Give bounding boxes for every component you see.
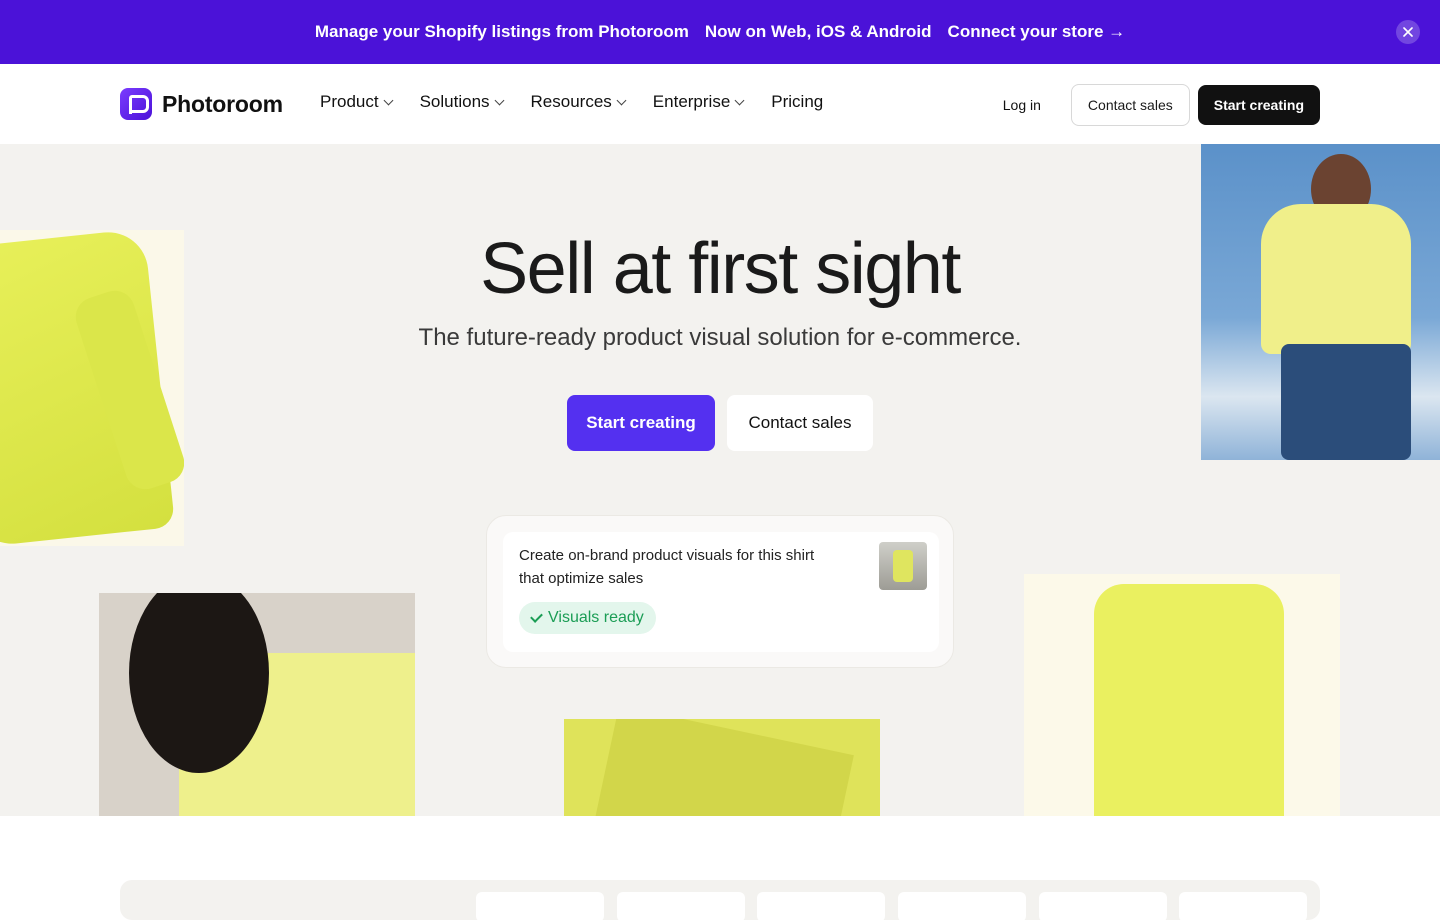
nav-item-label: Pricing	[771, 92, 824, 111]
nav-item-label: Solutions	[419, 92, 490, 111]
chevron-down-icon	[616, 95, 627, 105]
shirt-thumbnail	[879, 542, 927, 590]
photoroom-logo-icon	[120, 88, 152, 120]
hero-cta-group: Start creating Contact sales	[567, 395, 873, 451]
top-nav: Photoroom Product Solutions Resources En…	[0, 64, 1440, 144]
login-button[interactable]: Log in	[981, 85, 1063, 125]
nav-item-resources[interactable]: Resources	[530, 92, 627, 112]
hero-start-creating-button[interactable]: Start creating	[567, 395, 715, 451]
nav-item-enterprise[interactable]: Enterprise	[652, 92, 745, 112]
shirt-mannequin-image	[1024, 574, 1340, 816]
feature-tab[interactable]	[757, 892, 885, 922]
chevron-down-icon	[734, 95, 745, 105]
chat-preview: Create on-brand product visuals for this…	[486, 515, 954, 668]
close-icon[interactable]	[1396, 20, 1420, 44]
hero-subtitle: The future-ready product visual solution…	[418, 324, 1022, 351]
announcement-platforms: Now on Web, iOS & Android	[704, 22, 932, 41]
feature-tab[interactable]	[1039, 892, 1167, 922]
hero-section: Sell at first sight The future-ready pro…	[0, 144, 1440, 816]
status-label: Visuals ready	[548, 609, 644, 626]
chat-prompt: Create on-brand product visuals for this…	[519, 547, 815, 587]
feature-tabs-strip	[120, 880, 1320, 922]
nav-item-label: Resources	[530, 92, 612, 111]
start-creating-button[interactable]: Start creating	[1197, 85, 1320, 125]
nav-item-label: Product	[320, 92, 379, 111]
feature-tab[interactable]	[1179, 892, 1307, 922]
chat-card: Create on-brand product visuals for this…	[503, 532, 939, 652]
nav-item-solutions[interactable]: Solutions	[419, 92, 504, 112]
collar-detail-image	[564, 719, 880, 816]
contact-sales-button[interactable]: Contact sales	[1070, 84, 1190, 126]
nav-item-product[interactable]: Product	[320, 92, 394, 112]
brand-name: Photoroom	[162, 90, 283, 117]
connect-store-link[interactable]: Connect your store →	[948, 22, 1126, 42]
logo[interactable]: Photoroom	[120, 88, 283, 120]
feature-tab[interactable]	[476, 892, 604, 922]
nav-item-label: Enterprise	[652, 92, 731, 111]
feature-tab[interactable]	[898, 892, 1026, 922]
nav-item-pricing[interactable]: Pricing	[771, 92, 823, 112]
announcement-text: Manage your Shopify listings from Photor…	[314, 22, 689, 41]
hero-title: Sell at first sight	[480, 229, 961, 309]
announcement-bar: Manage your Shopify listings from Photor…	[0, 0, 1440, 64]
check-icon	[530, 610, 543, 623]
chevron-down-icon	[494, 95, 504, 105]
nav-links: Product Solutions Resources Enterprise P…	[320, 92, 823, 112]
hero-contact-sales-button[interactable]: Contact sales	[727, 395, 873, 451]
model-closeup-image	[99, 593, 415, 816]
chevron-down-icon	[383, 95, 394, 105]
nav-actions: Log in Contact sales Start creating	[981, 84, 1320, 126]
status-badge: Visuals ready	[519, 602, 656, 634]
feature-tab[interactable]	[617, 892, 745, 922]
